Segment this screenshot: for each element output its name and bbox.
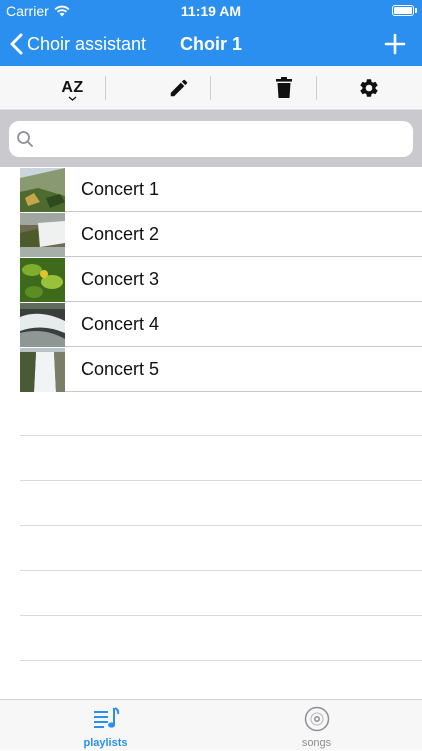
empty-row [20, 436, 422, 481]
settings-button[interactable] [316, 66, 421, 110]
list-item[interactable]: Concert 4 [20, 302, 422, 347]
leaves-thumbnail [20, 257, 65, 302]
landscape-thumbnail [20, 167, 65, 212]
list-item[interactable]: Concert 2 [20, 212, 422, 257]
list-item-title: Concert 5 [81, 359, 160, 379]
tab-playlists[interactable]: playlists [0, 700, 211, 751]
back-button[interactable]: Choir assistant [10, 22, 146, 66]
sort-button[interactable]: AZ [20, 66, 125, 110]
list-item[interactable]: Concert 1 [20, 167, 422, 212]
disc-icon [304, 706, 330, 732]
navigation-bar: Choir assistant Choir 1 [0, 22, 422, 66]
list-item-title: Concert 1 [81, 179, 160, 199]
list-item-title: Concert 3 [81, 269, 160, 289]
trash-icon [275, 77, 292, 98]
pencil-icon [170, 79, 187, 97]
toolbar: AZ [0, 66, 422, 110]
cascade-thumbnail [20, 347, 65, 392]
empty-row [20, 481, 422, 526]
tab-label: playlists [83, 737, 128, 749]
empty-row [20, 616, 422, 661]
list-item-title: Concert 2 [81, 224, 160, 244]
empty-list-area [20, 391, 422, 661]
battery-level [394, 7, 412, 14]
empty-row [20, 391, 422, 436]
search-input[interactable] [9, 121, 413, 157]
empty-row [20, 526, 422, 571]
toolbar-divider [105, 76, 106, 100]
battery-tip [415, 8, 417, 13]
tab-songs[interactable]: songs [211, 700, 422, 751]
search-bar [0, 110, 422, 167]
plus-icon[interactable] [382, 31, 408, 57]
chevron-left-icon [10, 33, 23, 55]
gear-icon [359, 79, 378, 97]
back-label: Choir assistant [27, 33, 147, 54]
empty-row [20, 571, 422, 616]
list-item[interactable]: Concert 5 [20, 347, 422, 392]
playlist-icon [94, 707, 120, 728]
list-item-title: Concert 4 [81, 314, 160, 334]
battery-icon [392, 5, 414, 16]
status-time: 11:19 AM [180, 3, 242, 19]
status-bar: Carrier 11:19 AM [0, 0, 422, 22]
tab-bar: playlists songs [0, 699, 422, 750]
toolbar-divider [210, 76, 211, 100]
sort-az-icon: AZ [61, 79, 84, 101]
tab-label: songs [301, 737, 332, 749]
playlist-list: Concert 1 Concert 2 Concert 3 Concert 4 [20, 167, 422, 392]
waterfall-thumbnail [20, 212, 65, 257]
sort-label: AZ [61, 79, 84, 96]
edit-button[interactable] [126, 66, 231, 110]
stream-thumbnail [20, 302, 65, 347]
list-item[interactable]: Concert 3 [20, 257, 422, 302]
sort-arrow-icon [68, 96, 77, 101]
